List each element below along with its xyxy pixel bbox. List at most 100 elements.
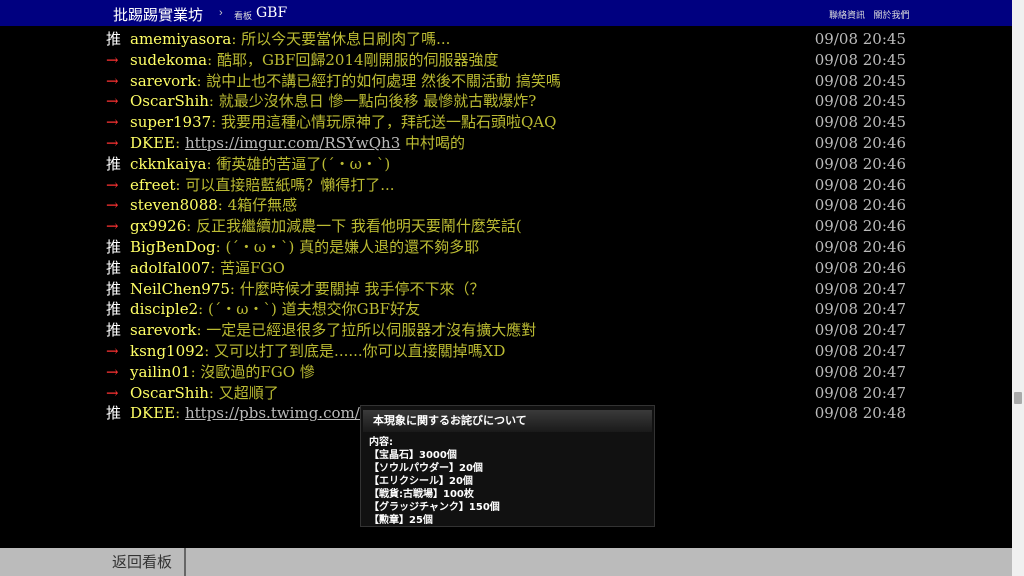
scrollbar[interactable] bbox=[1012, 0, 1024, 576]
push-tag: → bbox=[106, 362, 119, 381]
push-tag: 推 bbox=[106, 258, 122, 277]
push-content: : 我要用這種心情玩原神了，拜託送一點石頭啦QAQ bbox=[211, 113, 556, 131]
push-content-text: : 一定是已經退很多了拉所以伺服器才沒有擴大應對 bbox=[196, 321, 537, 340]
push-tag: → bbox=[106, 217, 119, 236]
push-userid: DKEE bbox=[130, 134, 176, 152]
push-row: 推 BigBenDog: (´・ω・`) 真的是嫌人退的還不夠多耶 09/08 20… bbox=[106, 237, 906, 257]
push-tag: → bbox=[106, 196, 119, 215]
push-row: → OscarShih: 又超順了 09/08 20:47 bbox=[106, 383, 906, 403]
push-ipdatetime: 09/08 20:45 bbox=[814, 50, 906, 69]
push-ipdatetime: 09/08 20:47 bbox=[814, 300, 906, 319]
site-logo[interactable]: 批踢踢實業坊 bbox=[113, 4, 203, 25]
push-row: → DKEE: https://imgur.com/RSYwQh3 中村喝的 09/… bbox=[106, 133, 906, 153]
push-content: : 反正我繼續加減農一下 我看他明天要鬧什麼笑話( bbox=[186, 217, 521, 235]
push-userid: BigBenDog bbox=[130, 238, 216, 256]
contact-link[interactable]: 聯絡資訊 bbox=[829, 10, 865, 20]
board-link[interactable]: GBF bbox=[256, 5, 287, 21]
push-tag: → bbox=[106, 113, 119, 132]
push-tag: 推 bbox=[106, 154, 122, 173]
push-ipdatetime: 09/08 20:46 bbox=[814, 217, 906, 236]
push-content-text: : 可以直接賠藍紙嗎？懶得打了... bbox=[175, 175, 395, 194]
push-content-text: : (´・ω・`) 真的是嫌人退的還不夠多耶 bbox=[215, 238, 480, 256]
push-row: → sarevork: 說中止也不講已經打的如何處理 然後不關活動 搞笑嗎 09/0… bbox=[106, 71, 906, 91]
push-row: → steven8088: 4箱仔無感 09/08 20:46 bbox=[106, 195, 906, 215]
push-tag: → bbox=[106, 383, 119, 402]
push-ipdatetime: 09/08 20:46 bbox=[814, 175, 906, 194]
push-content-text: : 沒歐過的FGO 慘 bbox=[190, 362, 315, 381]
push-tag: 推 bbox=[106, 238, 122, 256]
push-content-text: : 又可以打了到底是......你可以直接關掉嗎XD bbox=[204, 342, 506, 360]
push-content: : 所以今天要當休息日刷肉了嗎... bbox=[231, 30, 450, 48]
push-tag: 推 bbox=[106, 279, 122, 298]
embedded-image[interactable]: 本現象に関するお詫びについて 内容: 【宝晶石】3000個【ソウルパウダー】20個… bbox=[360, 405, 655, 527]
push-content-text: : 苦逼FGO bbox=[210, 258, 285, 277]
push-link[interactable]: https://imgur.com/RSYwQh3 bbox=[185, 134, 400, 152]
push-content: : 可以直接賠藍紙嗎？懶得打了... bbox=[175, 176, 394, 194]
push-ipdatetime: 09/08 20:47 bbox=[814, 279, 906, 298]
push-ipdatetime: 09/08 20:47 bbox=[814, 321, 906, 340]
push-content: : 一定是已經退很多了拉所以伺服器才沒有擴大應對 bbox=[196, 321, 536, 339]
push-ipdatetime: 09/08 20:45 bbox=[814, 113, 906, 132]
embed-body: 内容: 【宝晶石】3000個 【ソウルパウダー】20個 【エリクシール】20個 【戦貨:… bbox=[361, 432, 654, 526]
about-link[interactable]: 關於我們 bbox=[874, 10, 910, 20]
push-row: 推 amemiyasora: 所以今天要當休息日刷肉了嗎... 09/08 20:4… bbox=[106, 29, 906, 49]
push-tag: 推 bbox=[106, 404, 122, 423]
push-row: → sudekoma: 酷耶，GBF回歸2014剛開服的伺服器強度 09/08 20… bbox=[106, 50, 906, 70]
push-row: 推 ckknkaiya: 衝英雄的苦逼了(´・ω・`) 09/08 20:46 bbox=[106, 154, 906, 174]
embed-line: 【ソウルパウダー】20個 bbox=[369, 463, 483, 474]
push-row: → super1937: 我要用這種心情玩原神了，拜託送一點石頭啦QAQ 09/08… bbox=[106, 112, 906, 132]
push-content-text: : 我要用這種心情玩原神了，拜託送一點石頭啦QAQ bbox=[211, 113, 557, 132]
push-row: 推 NeilChen975: 什麼時候才要關掉 我手停不下來（？ 09/08 20:… bbox=[106, 279, 906, 299]
push-tag: → bbox=[106, 175, 119, 194]
push-tag: → bbox=[106, 92, 119, 111]
push-userid: sudekoma bbox=[130, 50, 208, 69]
push-row: → gx9926: 反正我繼續加減農一下 我看他明天要鬧什麼笑話( 09/08 20… bbox=[106, 216, 906, 236]
push-content: : (´・ω・`) 真的是嫌人退的還不夠多耶 bbox=[216, 238, 480, 256]
push-tag: → bbox=[106, 342, 119, 360]
embed-line: 【エリクシール】20個 bbox=[369, 476, 473, 487]
push-content: : 沒歐過的FGO 慘 bbox=[191, 363, 315, 381]
push-ipdatetime: 09/08 20:45 bbox=[814, 92, 906, 111]
push-content: : 說中止也不講已經打的如何處理 然後不關活動 搞笑嗎 bbox=[196, 72, 560, 90]
push-content-text: : 衝英雄的苦逼了(´・ω・`) bbox=[206, 154, 391, 173]
push-tag: 推 bbox=[106, 300, 122, 319]
push-row: → yailin01: 沒歐過的FGO 慘 09/08 20:47 bbox=[106, 362, 906, 382]
push-tag: 推 bbox=[106, 30, 122, 48]
scrollbar-thumb[interactable] bbox=[1014, 392, 1022, 404]
embed-line: 【グラッジチャンク】150個 bbox=[369, 502, 500, 513]
push-ipdatetime: 09/08 20:47 bbox=[814, 362, 906, 381]
push-userid: sarevork bbox=[130, 321, 197, 340]
push-userid: amemiyasora bbox=[130, 30, 232, 48]
push-row: 推 adolfal007: 苦逼FGO 09/08 20:46 bbox=[106, 258, 906, 278]
push-userid: ckknkaiya bbox=[130, 154, 207, 173]
push-ipdatetime: 09/08 20:46 bbox=[814, 154, 906, 173]
push-content-text: : 反正我繼續加減農一下 我看他明天要鬧什麼笑話( bbox=[186, 217, 522, 236]
push-content: : 酷耶，GBF回歸2014剛開服的伺服器強度 bbox=[207, 51, 498, 69]
push-content-text: : 酷耶，GBF回歸2014剛開服的伺服器強度 bbox=[207, 50, 499, 69]
push-userid: gx9926 bbox=[130, 217, 187, 236]
push-ipdatetime: 09/08 20:46 bbox=[814, 196, 906, 215]
push-content-text: : 什麼時候才要關掉 我手停不下來（？ bbox=[229, 279, 485, 298]
push-tag: 推 bbox=[106, 321, 122, 340]
push-ipdatetime: 09/08 20:46 bbox=[814, 258, 906, 277]
push-ipdatetime: 09/08 20:47 bbox=[814, 342, 906, 360]
embed-title: 本現象に関するお詫びについて bbox=[363, 410, 652, 432]
embed-line: 内容: bbox=[369, 437, 393, 448]
push-userid: disciple2 bbox=[130, 300, 199, 319]
push-content: : 又可以打了到底是......你可以直接關掉嗎XD bbox=[204, 342, 505, 360]
push-content: : 又超順了 bbox=[209, 384, 279, 402]
push-content: : (´・ω・`) 道夫想交你GBF好友 bbox=[198, 300, 420, 318]
push-content-text: : 4箱仔無感 bbox=[217, 196, 298, 215]
push-content-text: : bbox=[175, 134, 185, 152]
push-ipdatetime: 09/08 20:48 bbox=[814, 404, 906, 423]
push-ipdatetime: 09/08 20:45 bbox=[814, 71, 906, 90]
embed-line: 【宝晶石】3000個 bbox=[369, 450, 457, 461]
back-to-board-button[interactable]: 返回看板 bbox=[100, 548, 186, 576]
push-row: → OscarShih: 就最少沒休息日 慘一點向後移 最慘就古戰爆炸? 09/08… bbox=[106, 91, 906, 111]
push-content: : 什麼時候才要關掉 我手停不下來（？ bbox=[230, 280, 485, 298]
push-content-after: 中村喝的 bbox=[400, 134, 466, 152]
push-tag: → bbox=[106, 71, 119, 90]
breadcrumb-separator: › bbox=[219, 7, 223, 19]
push-userid: ksng1092 bbox=[130, 342, 205, 360]
push-ipdatetime: 09/08 20:46 bbox=[814, 134, 906, 152]
